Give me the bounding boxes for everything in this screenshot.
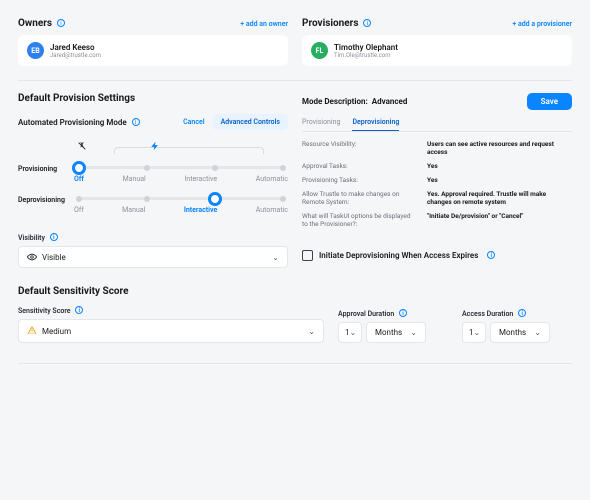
sensitivity-title: Default Sensitivity Score	[18, 286, 572, 297]
settings-title: Default Provision Settings	[18, 93, 288, 104]
access-duration-label: Access Duration	[462, 310, 513, 318]
slider-thumb[interactable]	[208, 192, 222, 206]
people-section: Owners i + add an owner EB Jared Keeso J…	[18, 18, 572, 66]
bolt-icon	[149, 140, 161, 152]
info-icon[interactable]: i	[50, 233, 58, 241]
provisioning-row-label: Provisioning	[18, 158, 64, 173]
mode-description-list: Resource Visibility:Users can see active…	[302, 140, 572, 228]
owners-column: Owners i + add an owner EB Jared Keeso J…	[18, 18, 288, 66]
provisioning-slider: Provisioning Off Manual Interactive Auto…	[18, 158, 288, 183]
provision-settings: Default Provision Settings Automated Pro…	[18, 93, 572, 268]
deprovisioning-slider: Deprovisioning Off Manual Interactive Au…	[18, 189, 288, 214]
avatar: FL	[311, 42, 328, 59]
divider	[18, 80, 572, 81]
approval-duration-number[interactable]: 1⌄	[338, 322, 362, 343]
chevron-down-icon: ⌄	[308, 327, 315, 336]
deprovisioning-row-label: Deprovisioning	[18, 189, 64, 204]
access-duration-unit[interactable]: Months⌄	[490, 322, 550, 343]
info-icon[interactable]: i	[75, 306, 83, 314]
tab-provisioning[interactable]: Provisioning	[302, 118, 340, 131]
mode-desc-value: Advanced	[372, 97, 408, 106]
slider-track[interactable]	[79, 166, 283, 169]
visibility-label: Visibility	[18, 234, 45, 242]
approval-duration-unit[interactable]: Months⌄	[366, 322, 426, 343]
mode-desc-prefix: Mode Description:	[302, 97, 368, 106]
info-icon[interactable]: i	[57, 19, 65, 27]
initiate-deprov-label: Initiate Deprovisioning When Access Expi…	[319, 251, 478, 260]
provisioning-mode-group: Provisioning Off Manual Interactive Auto…	[18, 140, 288, 214]
access-duration-number[interactable]: 1⌄	[462, 322, 486, 343]
provisioner-email: Tim.Ole@trustle.com	[334, 52, 398, 59]
warning-icon	[27, 325, 37, 337]
mode-tabs: Provisioning Deprovisioning	[302, 118, 572, 132]
chevron-down-icon: ⌄	[534, 328, 541, 337]
off-icon	[76, 140, 88, 152]
chevron-down-icon: ⌄	[350, 328, 357, 337]
info-icon[interactable]: i	[518, 309, 526, 317]
chevron-down-icon: ⌄	[272, 253, 279, 262]
tab-deprovisioning[interactable]: Deprovisioning	[352, 118, 399, 131]
sensitivity-score-label: Sensitivity Score	[18, 307, 71, 315]
cancel-button[interactable]: Cancel	[183, 118, 204, 126]
chevron-down-icon: ⌄	[474, 328, 481, 337]
info-icon[interactable]: i	[487, 251, 495, 259]
provisioning-labels: Off Manual Interactive Automatic	[74, 175, 288, 183]
add-owner-link[interactable]: + add an owner	[240, 20, 288, 28]
owner-name: Jared Keeso	[50, 43, 101, 52]
mode-label: Automated Provisioning Mode	[18, 118, 127, 127]
advanced-controls-button[interactable]: Advanced Controls	[213, 114, 288, 130]
provisioner-card[interactable]: FL Timothy Olephant Tim.Ole@trustle.com	[302, 35, 572, 66]
add-provisioner-link[interactable]: + add a provisioner	[512, 20, 572, 28]
owner-email: Jared@trustle.com	[50, 52, 101, 59]
chevron-down-icon: ⌄	[410, 328, 417, 337]
owners-title: Owners	[18, 18, 52, 29]
divider	[18, 363, 572, 364]
provisioners-title: Provisioners	[302, 18, 358, 29]
deprovisioning-labels: Off Manual Interactive Automatic	[74, 206, 288, 214]
info-icon[interactable]: i	[399, 309, 407, 317]
bracket-decoration	[114, 147, 264, 154]
owner-card[interactable]: EB Jared Keeso Jared@trustle.com	[18, 35, 288, 66]
slider-thumb[interactable]	[72, 161, 86, 175]
slider-track[interactable]	[79, 197, 283, 200]
avatar: EB	[27, 42, 44, 59]
info-icon[interactable]: i	[132, 118, 140, 126]
eye-icon	[27, 252, 37, 262]
initiate-deprov-checkbox[interactable]	[302, 250, 313, 261]
provisioner-name: Timothy Olephant	[334, 43, 398, 52]
approval-duration-label: Approval Duration	[338, 310, 394, 318]
visibility-select[interactable]: Visible ⌄	[18, 246, 288, 268]
save-button[interactable]: Save	[527, 93, 572, 110]
info-icon[interactable]: i	[363, 19, 371, 27]
provisioners-column: Provisioners i + add a provisioner FL Ti…	[302, 18, 572, 66]
sensitivity-score-select[interactable]: Medium ⌄	[18, 319, 324, 343]
